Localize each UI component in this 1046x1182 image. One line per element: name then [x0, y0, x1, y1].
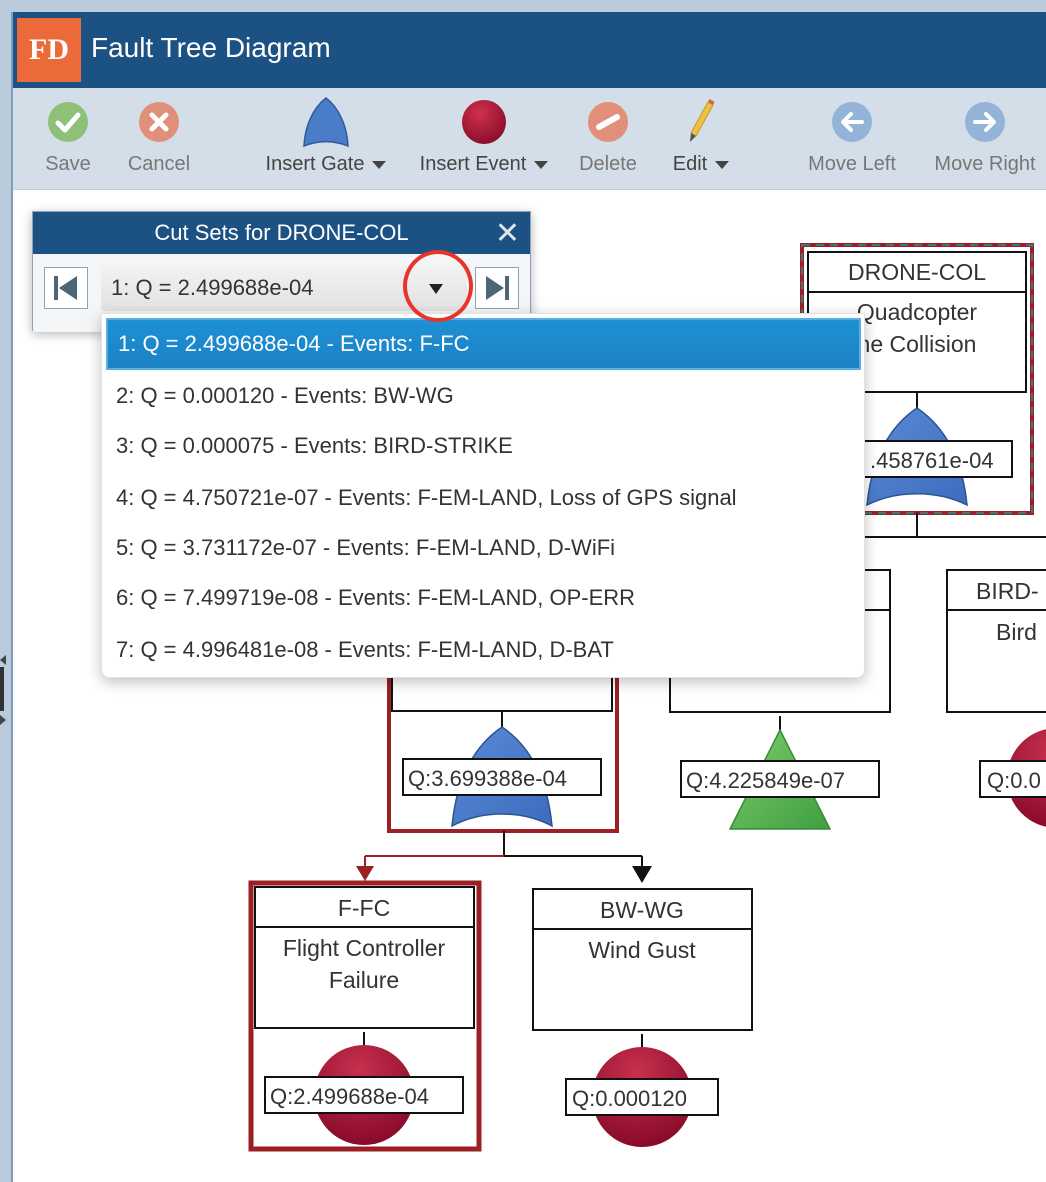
dropdown-option[interactable]: 7: Q = 4.996481e-08 - Events: F-EM-LAND,…: [106, 624, 861, 676]
resize-handle[interactable]: [0, 655, 10, 725]
node-id: BIRD-: [976, 578, 1039, 604]
probability-label: Q:3.699388e-04: [408, 766, 567, 791]
chevron-down-icon: [372, 160, 387, 169]
node-id: DRONE-COL: [848, 259, 986, 285]
dropdown-option[interactable]: 6: Q = 7.499719e-08 - Events: F-EM-LAND,…: [106, 572, 861, 624]
dropdown-option[interactable]: 3: Q = 0.000075 - Events: BIRD-STRIKE: [106, 420, 861, 472]
panel-header: Cut Sets for DRONE-COL ✕: [33, 212, 530, 254]
insert-gate-button[interactable]: Insert Gate: [259, 88, 393, 190]
last-cut-set-button[interactable]: [475, 267, 519, 309]
chevron-down-icon[interactable]: [429, 284, 443, 294]
save-button[interactable]: Save: [35, 88, 101, 190]
dropdown-option[interactable]: 4: Q = 4.750721e-07 - Events: F-EM-LAND,…: [106, 472, 861, 524]
insert-gate-label: Insert Gate: [265, 153, 365, 175]
probability-label: Q:4.225849e-07: [686, 768, 845, 793]
move-right-button[interactable]: Move Right: [927, 88, 1043, 190]
event-node-bw-wg[interactable]: BW-WG Wind Gust Q:0.000120: [532, 888, 753, 1147]
checkmark-icon: [48, 102, 88, 142]
cancel-icon: [139, 102, 179, 142]
title-bar: FD Fault Tree Diagram: [13, 12, 1046, 88]
node-desc: Quadcopter: [857, 299, 978, 325]
cut-set-dropdown: 1: Q = 2.499688e-04 - Events: F-FC 2: Q …: [101, 313, 865, 678]
pencil-icon: [690, 99, 715, 142]
dropdown-option[interactable]: 2: Q = 0.000120 - Events: BW-WG: [106, 370, 861, 422]
arrow-right-icon: [965, 102, 1005, 142]
delete-button[interactable]: Delete: [573, 88, 643, 190]
bird-strike-node[interactable]: BIRD- Bird Q:0.0: [946, 569, 1046, 828]
basic-event-icon: [462, 100, 506, 144]
chevron-down-icon: [534, 160, 549, 169]
or-gate-icon: [303, 97, 349, 148]
node-desc: Failure: [329, 967, 399, 993]
toolbar: Save Cancel Insert Gate Insert Event Del…: [13, 88, 1046, 190]
edit-button[interactable]: Edit: [667, 88, 735, 190]
edit-label: Edit: [672, 153, 708, 175]
app-logo: FD: [17, 18, 81, 82]
panel-title: Cut Sets for DRONE-COL: [154, 220, 409, 245]
cancel-label: Cancel: [127, 153, 191, 175]
insert-event-button[interactable]: Insert Event: [413, 88, 555, 190]
node-desc: ne Collision: [858, 331, 977, 357]
selected-value: 1: Q = 2.499688e-04: [111, 275, 314, 300]
cut-set-select[interactable]: 1: Q = 2.499688e-04: [101, 265, 467, 311]
probability-label: .458761e-04: [870, 448, 994, 473]
node-id: F-FC: [338, 895, 390, 921]
probability-label: Q:0.000120: [572, 1086, 687, 1111]
probability-label: Q:0.0: [987, 768, 1041, 793]
move-left-button[interactable]: Move Left: [801, 88, 903, 190]
skip-first-icon: [54, 276, 77, 300]
arrow-left-icon: [832, 102, 872, 142]
event-node-f-fc[interactable]: F-FC Flight Controller Failure Q:2.49968…: [248, 880, 482, 1152]
move-right-label: Move Right: [934, 153, 1036, 175]
skip-last-icon: [486, 276, 509, 300]
arrow-down-icon: [356, 866, 374, 881]
cancel-button[interactable]: Cancel: [119, 88, 199, 190]
close-icon[interactable]: ✕: [495, 212, 520, 256]
node-id: BW-WG: [600, 897, 684, 923]
insert-event-label: Insert Event: [419, 153, 527, 175]
node-desc: Bird: [996, 619, 1037, 645]
chevron-down-icon: [715, 160, 730, 169]
delete-icon: [588, 102, 628, 142]
move-left-label: Move Left: [808, 153, 896, 175]
node-desc: Flight Controller: [283, 935, 446, 961]
delete-label: Delete: [579, 153, 637, 175]
save-label: Save: [45, 153, 91, 175]
arrow-down-icon: [632, 866, 652, 883]
first-cut-set-button[interactable]: [44, 267, 88, 309]
probability-label: Q:2.499688e-04: [270, 1084, 429, 1109]
dropdown-option[interactable]: 1: Q = 2.499688e-04 - Events: F-FC: [106, 318, 861, 370]
app-title: Fault Tree Diagram: [91, 32, 331, 63]
dropdown-option[interactable]: 5: Q = 3.731172e-07 - Events: F-EM-LAND,…: [106, 522, 861, 574]
node-desc: Wind Gust: [588, 937, 696, 963]
